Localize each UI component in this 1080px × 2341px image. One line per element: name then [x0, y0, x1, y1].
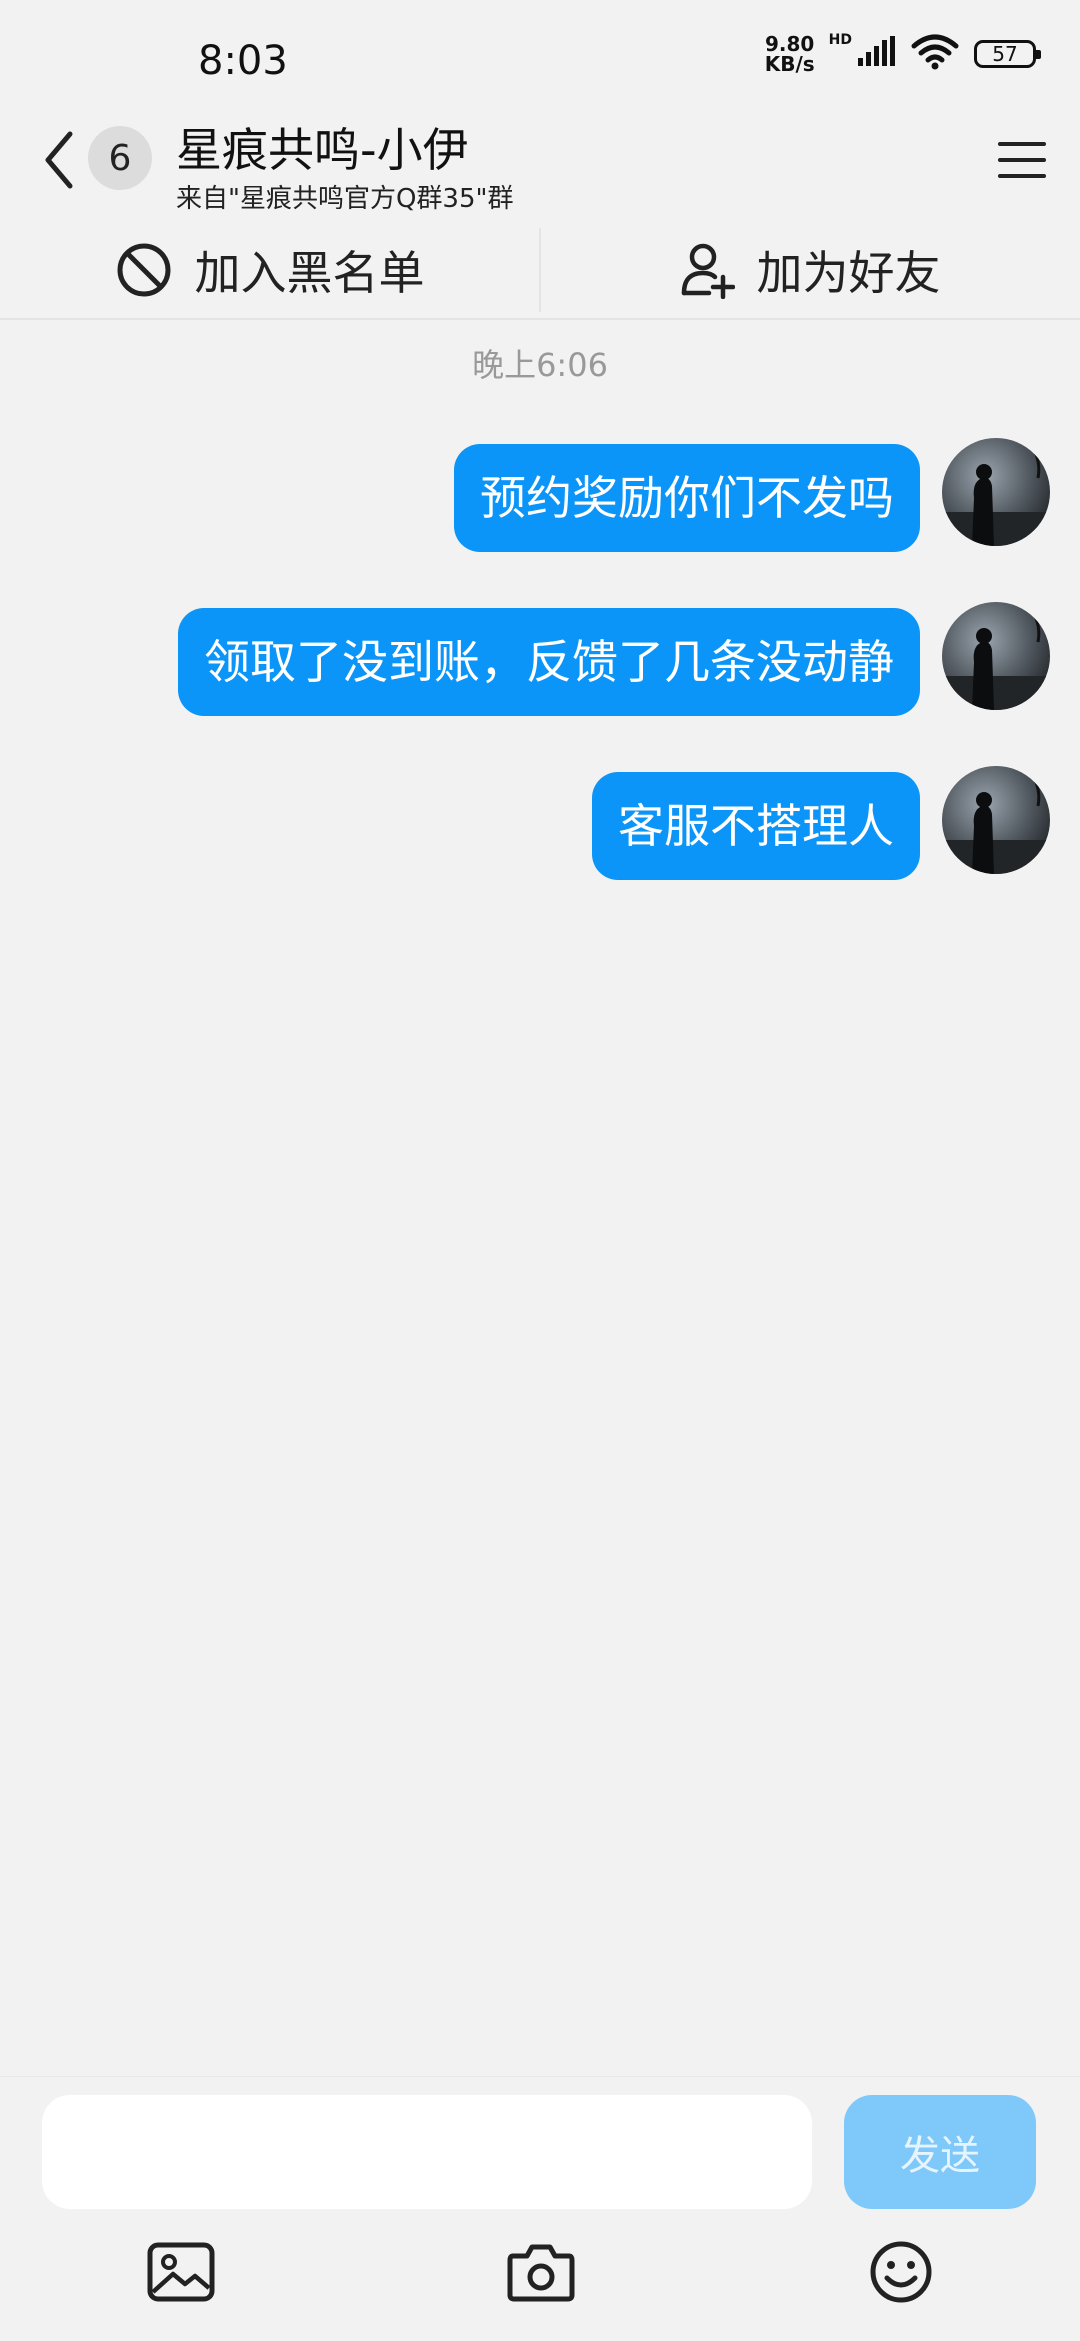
message-bubble[interactable]: 领取了没到账，反馈了几条没动静	[178, 608, 920, 716]
image-button[interactable]	[146, 2237, 216, 2307]
battery-icon: 57	[974, 40, 1041, 68]
camera-icon	[507, 2244, 575, 2302]
camera-button[interactable]	[506, 2237, 576, 2307]
network-speed-unit: KB/s	[764, 52, 815, 76]
composer: 发送	[0, 2076, 1080, 2341]
add-to-blacklist-label: 加入黑名单	[194, 246, 425, 300]
wifi-icon	[910, 34, 960, 74]
avatar[interactable]	[942, 602, 1050, 710]
chat-header: 6 星痕共鸣-小伊 来自"星痕共鸣官方Q群35"群	[0, 110, 1080, 214]
back-button[interactable]	[34, 128, 84, 192]
message-row: 领取了没到账，反馈了几条没动静	[178, 602, 1050, 716]
avatar[interactable]	[942, 766, 1050, 874]
chat-title: 星痕共鸣-小伊	[176, 123, 469, 177]
avatar[interactable]	[942, 438, 1050, 546]
message-timestamp: 晚上6:06	[472, 346, 608, 384]
send-button[interactable]: 发送	[844, 2095, 1036, 2209]
message-bubble[interactable]: 预约奖励你们不发吗	[454, 444, 920, 552]
add-friend-button[interactable]: 加为好友	[541, 222, 1080, 318]
message-row: 预约奖励你们不发吗	[454, 438, 1050, 552]
back-arrow-icon	[45, 131, 73, 189]
hd-label: HD	[828, 32, 852, 48]
block-icon	[117, 243, 170, 297]
stranger-action-bar: 加入黑名单 加为好友	[0, 222, 1080, 320]
message-bubble[interactable]: 客服不搭理人	[592, 772, 920, 880]
status-time: 8:03	[198, 38, 288, 84]
signal-icon	[856, 36, 896, 72]
menu-button[interactable]	[994, 132, 1050, 188]
add-user-icon	[681, 243, 735, 299]
battery-level: 57	[992, 42, 1018, 66]
network-speed: 9.80 KB/s	[765, 34, 815, 74]
emoji-button[interactable]	[866, 2237, 936, 2307]
unread-count-badge[interactable]: 6	[88, 126, 152, 190]
image-icon	[147, 2242, 215, 2302]
add-friend-label: 加为好友	[756, 246, 941, 300]
message-input[interactable]	[42, 2095, 812, 2209]
add-to-blacklist-button[interactable]: 加入黑名单	[0, 222, 539, 318]
message-row: 客服不搭理人	[592, 766, 1050, 880]
status-bar: 8:03 9.80 KB/s HD 57	[0, 0, 1080, 110]
status-icons: 9.80 KB/s HD 57	[765, 32, 1041, 74]
chat-subtitle: 来自"星痕共鸣官方Q群35"群	[176, 184, 514, 214]
network-speed-value: 9.80	[765, 32, 815, 56]
menu-icon	[998, 142, 1046, 178]
emoji-icon	[870, 2241, 932, 2303]
